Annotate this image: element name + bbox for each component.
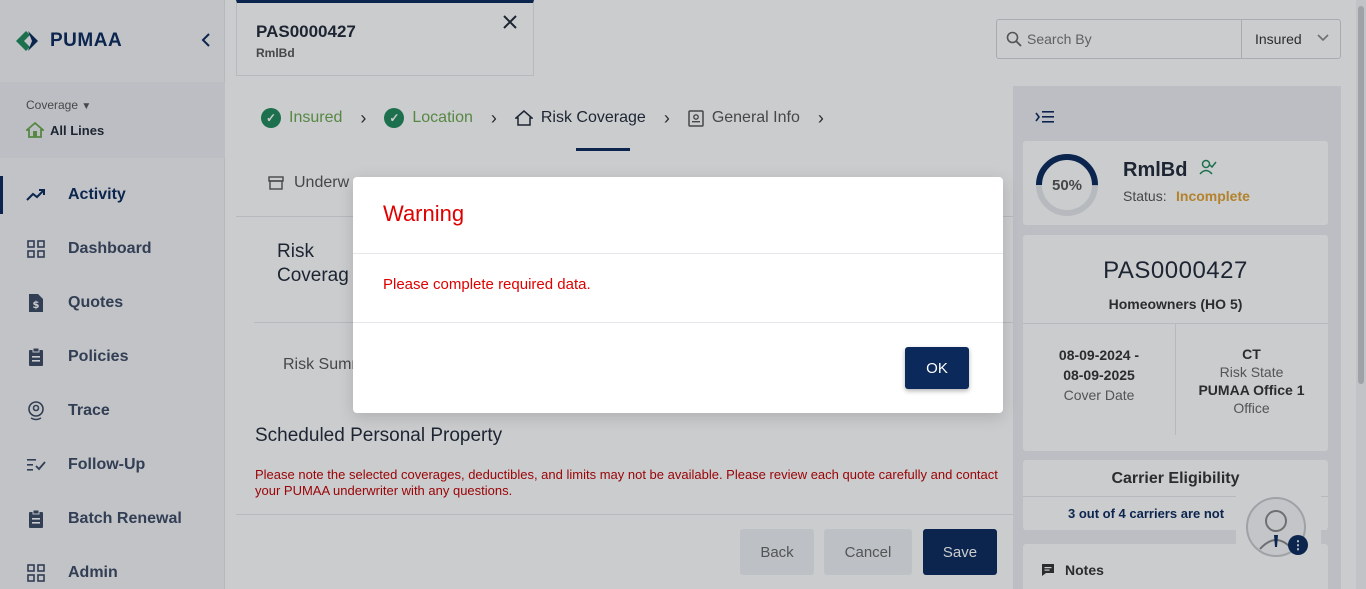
dialog-message: Please complete required data. [383,276,591,293]
divider [353,322,1003,323]
divider [353,253,1003,254]
warning-dialog: Warning Please complete required data. O… [353,177,1003,413]
dialog-title: Warning [383,201,465,226]
ok-button[interactable]: OK [905,347,969,389]
